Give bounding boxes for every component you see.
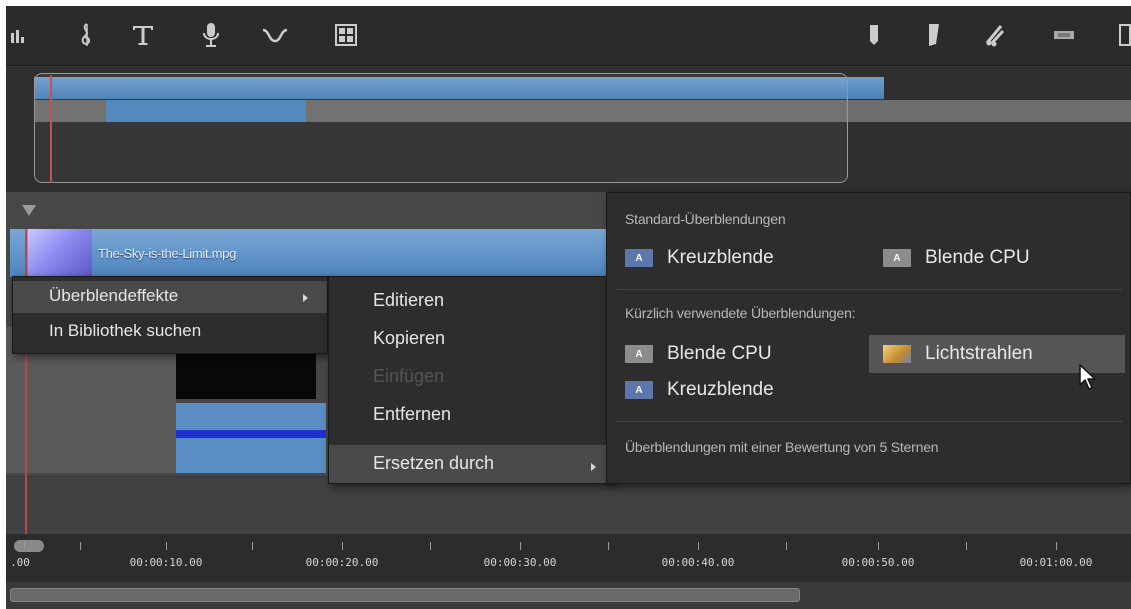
film-icon[interactable] [1050,20,1078,50]
lower-track [6,476,1131,534]
ruler-tick [966,542,967,550]
track-marker-icon[interactable] [22,205,36,216]
ruler-label: 00:00:50.00 [841,556,915,569]
ruler-tick [166,542,167,550]
fade-cpu-icon: A [883,249,911,267]
ruler-tick [80,542,81,550]
ruler-tick [698,542,699,550]
menu-item-remove[interactable]: Entfernen [373,404,451,425]
music-note-icon[interactable] [72,20,100,50]
scissors-icon[interactable] [980,20,1010,50]
video-editor-window: The-Sky-is-the-Limit.mpg .00 00:00:10.00… [6,6,1131,609]
ruler-tick [520,542,521,550]
time-ruler[interactable]: .00 00:00:10.00 00:00:20.00 00:00:30.00 … [6,534,1131,582]
ruler-tick [1056,542,1057,550]
overview-visible-window[interactable] [34,73,848,183]
transitions-panel: Standard-Überblendungen A Kreuzblende A … [606,192,1131,484]
ruler-tick [252,542,253,550]
ruler-tick [878,542,879,550]
recent-transition-light-rays[interactable]: Lichtstrahlen [883,343,1033,365]
submenu-arrow-icon [591,463,596,471]
menu-item-paste[interactable]: Einfügen [373,366,444,387]
transition-label: Blende CPU [925,247,1030,268]
menu-item-search-library[interactable]: In Bibliothek suchen [49,321,201,341]
submenu-arrow-icon [303,294,308,302]
fade-cpu-icon: A [625,345,653,363]
five-star-transitions-item[interactable]: Überblendungen mit einer Bewertung von 5… [625,439,939,455]
black-video-clip[interactable] [176,351,316,399]
menu-item-edit[interactable]: Editieren [373,290,444,311]
context-menu: Überblendeffekte In Bibliothek suchen [12,276,328,354]
transition-fade-cpu[interactable]: A Blende CPU [883,247,1030,269]
ruler-label: 00:01:00.00 [1019,556,1093,569]
light-rays-icon [883,345,911,363]
ruler-label: .00 [10,556,30,569]
section-divider [617,289,1122,290]
recent-transitions-title: Kürzlich verwendete Überblendungen: [625,305,856,321]
ruler-tick [608,542,609,550]
section-divider [617,421,1122,422]
grid-icon[interactable] [332,20,360,50]
ruler-tick [342,542,343,550]
timeline-overview[interactable] [6,67,1131,192]
panel-icon[interactable] [1116,20,1131,50]
recent-transition-crossfade[interactable]: A Kreuzblende [625,379,774,401]
ruler-label: 00:00:40.00 [661,556,735,569]
marker-left-icon[interactable] [864,20,884,50]
ruler-label: 00:00:30.00 [483,556,557,569]
transition-label: Kreuzblende [667,379,774,400]
transition-label: Lichtstrahlen [925,343,1033,364]
timeline-toolbar [6,6,1131,66]
recent-transition-fade-cpu[interactable]: A Blende CPU [625,343,772,365]
ruler-label: 00:00:20.00 [305,556,379,569]
ruler-label: 00:00:10.00 [129,556,203,569]
playhead-handle[interactable] [14,540,44,552]
ruler-tick [786,542,787,550]
transition-submenu: Editieren Kopieren Einfügen Entfernen Er… [328,276,612,484]
menu-item-transition-effects[interactable]: Überblendeffekte [49,286,178,306]
clip-thumbnail [28,229,92,277]
overview-playhead [50,75,52,183]
crossfade-icon: A [625,249,653,267]
transition-crossfade[interactable]: A Kreuzblende [625,247,774,269]
marker-right-icon[interactable] [924,20,944,50]
menu-item-copy[interactable]: Kopieren [373,328,445,349]
mouse-pointer-icon [1078,363,1098,396]
audio-waveform [176,430,326,438]
curve-icon[interactable] [258,20,292,50]
ruler-tick [24,542,25,550]
audio-bars-icon[interactable] [8,20,30,50]
menu-item-replace-with[interactable]: Ersetzen durch [373,453,494,474]
crossfade-icon: A [625,381,653,399]
scrollbar-thumb[interactable] [10,588,800,602]
ruler-tick [430,542,431,550]
audio-clip[interactable] [176,403,326,473]
transition-label: Kreuzblende [667,247,774,268]
title-text-icon[interactable] [128,20,158,50]
standard-transitions-title: Standard-Überblendungen [625,211,786,227]
microphone-icon[interactable] [196,20,226,50]
clip-name: The-Sky-is-the-Limit.mpg [98,246,236,261]
transition-label: Blende CPU [667,343,772,364]
